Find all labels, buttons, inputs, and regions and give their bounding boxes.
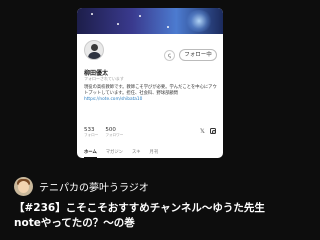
tab-likes[interactable]: スキ xyxy=(132,149,141,158)
follows-you-label: フォローされています xyxy=(84,76,124,81)
banner-star xyxy=(139,15,141,17)
tip-button[interactable]: ꞔ xyxy=(164,50,175,61)
channel-name: テニパカの夢叶うラジオ xyxy=(39,183,149,194)
channel-avatar xyxy=(14,177,33,196)
banner-star xyxy=(167,26,169,28)
stat-following-label: フォロー xyxy=(84,133,99,137)
tab-magazine[interactable]: マガジン xyxy=(106,149,123,158)
channel-row[interactable]: テニパカの夢叶うラジオ xyxy=(14,177,149,196)
profile-avatar xyxy=(84,40,104,60)
episode-title: 【#236】こそこそおすすめチャンネル〜ゆうた先生noteやってたの？〜の巻 xyxy=(14,202,265,229)
tab-home[interactable]: ホーム xyxy=(84,149,97,158)
banner-star xyxy=(91,13,93,15)
stat-followers-label: フォロワー xyxy=(105,133,124,137)
episode-artwork: ꞔ フォロー中 柳田優太 フォローされています 現役の高校教師です。教師こそ学び… xyxy=(0,0,300,165)
bio-text: 現役の高校教師です。教師こそ学びが必要。学んだことを中心にアウトプットしています… xyxy=(84,85,217,96)
note-profile-card: ꞔ フォロー中 柳田優太 フォローされています 現役の高校教師です。教師こそ学び… xyxy=(77,8,223,158)
profile-banner xyxy=(77,8,223,34)
profile-tabs: ホーム マガジン スキ 月刊 xyxy=(84,149,158,158)
bio-link[interactable]: https://note.com/shibata10 xyxy=(84,97,142,102)
profile-bio: 現役の高校教師です。教師こそ学びが必要。学んだことを中心にアウトプットしています… xyxy=(84,85,218,103)
profile-stats: 533 フォロー 500 フォロワー xyxy=(84,127,123,138)
tab-monthly[interactable]: 月刊 xyxy=(150,149,159,158)
stat-following[interactable]: 533 フォロー xyxy=(84,127,98,138)
note-tip-icon: ꞔ xyxy=(168,52,171,59)
banner-planet xyxy=(185,10,213,32)
stat-followers[interactable]: 500 フォロワー xyxy=(105,127,123,138)
follow-button[interactable]: フォロー中 xyxy=(179,49,217,61)
banner-star xyxy=(117,23,119,25)
x-icon[interactable]: 𝕏 xyxy=(200,128,205,135)
instagram-icon[interactable] xyxy=(210,128,217,135)
